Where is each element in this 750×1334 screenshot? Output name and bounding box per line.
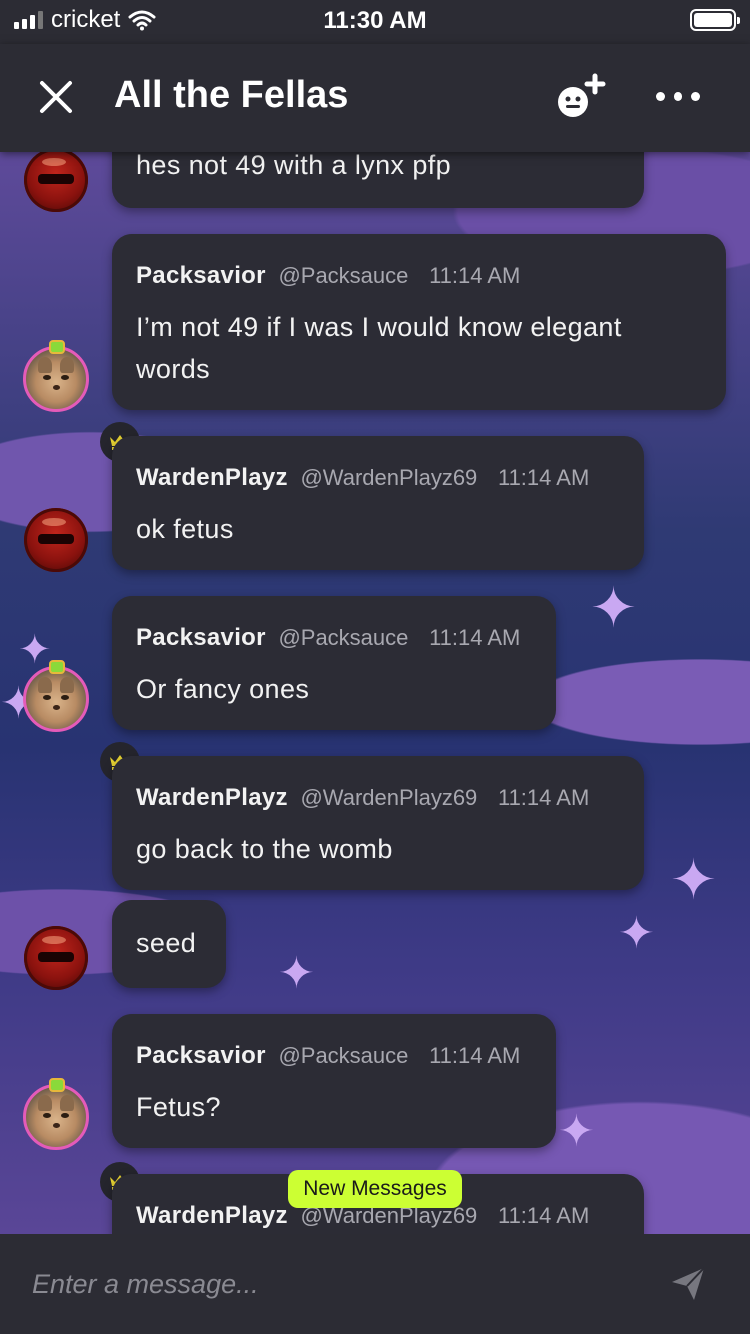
message-text: go back to the womb — [136, 834, 393, 864]
message-meta: Packsavior @Packsauce 11:14 AM — [136, 262, 520, 290]
status-bar: cricket 11:30 AM — [0, 0, 750, 44]
chat-area[interactable]: ✦ ✦ ✦ ✦ ✦ ✦ ✦ hes not 49 with a lynx pfp… — [0, 152, 750, 1234]
message-author[interactable]: Packsavior — [136, 262, 266, 289]
message-text: seed — [136, 928, 197, 958]
avatar-badge-icon — [49, 340, 65, 354]
avatar-badge-icon — [49, 1078, 65, 1092]
message-author[interactable]: Packsavior — [136, 624, 266, 651]
message-author[interactable]: WardenPlayz — [136, 784, 288, 811]
composer-bar — [0, 1234, 750, 1334]
message-text-line: words — [136, 354, 211, 384]
message-handle: @WardenPlayz69 — [300, 465, 478, 490]
close-icon[interactable] — [38, 79, 74, 115]
status-time: 11:30 AM — [323, 7, 427, 34]
add-member-icon[interactable] — [555, 72, 611, 124]
message-input[interactable] — [32, 1262, 632, 1306]
message-text: hes not 49 with a lynx pfp — [136, 152, 452, 180]
message-author[interactable]: Packsavior — [136, 1042, 266, 1069]
message-bubble[interactable]: WardenPlayz @WardenPlayz69 11:14 AM go b… — [112, 756, 644, 890]
message-text-line: I’m not 49 if I was I would know elegant — [136, 312, 622, 342]
avatar[interactable] — [23, 1084, 89, 1150]
message-meta: Packsavior @Packsauce 11:14 AM — [136, 1042, 520, 1070]
avatar[interactable] — [24, 508, 88, 572]
message-bubble[interactable]: WardenPlayz @WardenPlayz69 11:14 AM ok f… — [112, 436, 644, 570]
page-title: All the Fellas — [114, 74, 349, 116]
message-time: 11:14 AM — [497, 465, 590, 490]
message-handle: @Packsauce — [278, 1043, 409, 1068]
message-author[interactable]: WardenPlayz — [136, 1202, 288, 1229]
message-bubble[interactable]: seed — [112, 900, 226, 988]
message-handle: @WardenPlayz69 — [300, 785, 478, 810]
message-time: 11:14 AM — [497, 785, 590, 810]
message-bubble[interactable]: Packsavior @Packsauce 11:14 AM Or fancy … — [112, 596, 556, 730]
chat-header: All the Fellas — [0, 44, 750, 152]
battery-icon — [690, 9, 740, 31]
new-messages-button[interactable]: New Messages — [288, 1170, 462, 1208]
sparkle-icon: ✦ — [590, 576, 637, 639]
message-text: I’m not 49 if I was I would know elegant… — [136, 306, 622, 390]
avatar[interactable] — [23, 346, 89, 412]
message-time: 11:14 AM — [497, 1203, 590, 1228]
message-bubble[interactable]: Packsavior @Packsauce 11:14 AM Fetus? — [112, 1014, 556, 1148]
avatar[interactable] — [23, 666, 89, 732]
message-bubble[interactable]: Packsavior @Packsauce 11:14 AM I’m not 4… — [112, 234, 726, 410]
message-handle: @Packsauce — [278, 625, 409, 650]
message-text: Or fancy ones — [136, 674, 310, 704]
message-time: 11:14 AM — [429, 263, 521, 288]
avatar[interactable] — [24, 152, 88, 212]
message-meta: WardenPlayz @WardenPlayz69 11:14 AM — [136, 464, 589, 492]
sparkle-icon: ✦ — [670, 848, 717, 911]
more-options-icon[interactable] — [656, 86, 701, 106]
sparkle-icon: ✦ — [278, 949, 315, 998]
message-bubble[interactable]: hes not 49 with a lynx pfp — [112, 152, 644, 208]
message-meta: WardenPlayz @WardenPlayz69 11:14 AM — [136, 784, 589, 812]
message-handle: @Packsauce — [278, 263, 409, 288]
avatar[interactable] — [24, 926, 88, 990]
message-time: 11:14 AM — [429, 625, 521, 650]
message-text: Fetus? — [136, 1092, 221, 1122]
sparkle-icon: ✦ — [558, 1107, 595, 1156]
message-author[interactable]: WardenPlayz — [136, 464, 288, 491]
message-time: 11:14 AM — [429, 1043, 521, 1068]
sparkle-icon: ✦ — [18, 628, 52, 672]
avatar-badge-icon — [49, 660, 65, 674]
sparkle-icon: ✦ — [618, 909, 655, 958]
message-meta: Packsavior @Packsauce 11:14 AM — [136, 624, 520, 652]
message-text: ok fetus — [136, 514, 234, 544]
send-icon[interactable] — [670, 1266, 706, 1302]
